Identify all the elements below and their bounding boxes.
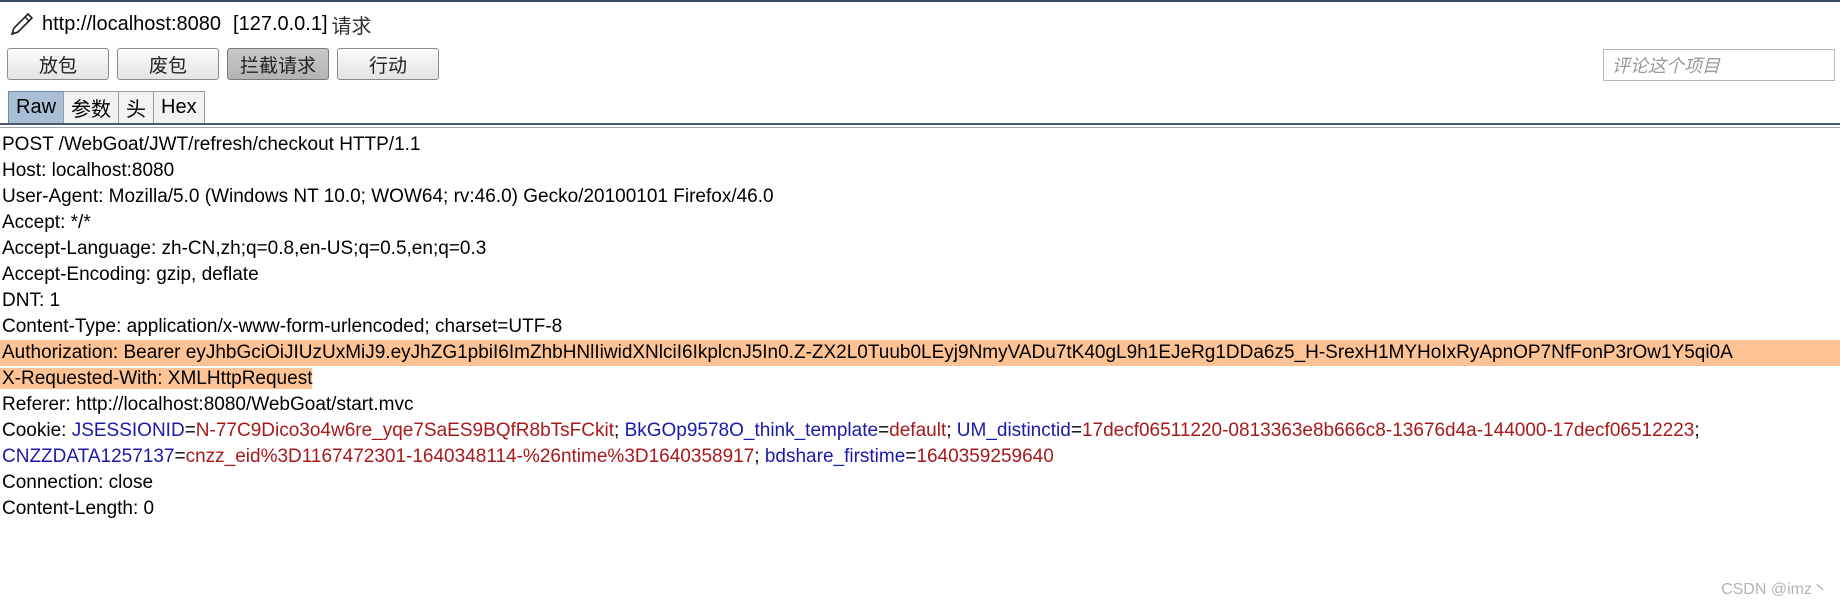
cookie-name: BkGOp9578O_think_template <box>624 420 879 441</box>
header-referer: Referer: http://localhost:8080/WebGoat/s… <box>2 394 414 415</box>
message-view-tabs: Raw 参数 头 Hex <box>8 91 205 123</box>
title-bar: http://localhost:8080 [127.0.0.1] 请求 <box>0 4 1840 44</box>
header-x-requested-with-text: X-Requested-With: XMLHttpRequest <box>0 368 313 389</box>
cookie-name: JSESSIONID <box>71 420 185 441</box>
header-authorization: Authorization: Bearer eyJhbGciOiJIUzUxMi… <box>0 340 1840 366</box>
header-accept: Accept: */* <box>2 212 91 233</box>
header-accept-encoding: Accept-Encoding: gzip, deflate <box>2 264 259 285</box>
watermark: CSDN @imz丶 <box>1721 581 1828 598</box>
cookie-value: 17decf06511220-0813363e8b666c8-13676d4a-… <box>1081 420 1695 441</box>
comment-input[interactable]: 评论这个项目 <box>1603 49 1835 81</box>
tab-hex[interactable]: Hex <box>153 91 205 123</box>
header-accept-language: Accept-Language: zh-CN,zh;q=0.8,en-US;q=… <box>2 238 487 259</box>
raw-request-editor[interactable]: POST /WebGoat/JWT/refresh/checkout HTTP/… <box>0 132 1840 522</box>
cookie-name: CNZZDATA1257137 <box>2 446 175 467</box>
pencil-icon[interactable] <box>6 8 38 40</box>
tab-params[interactable]: 参数 <box>63 91 120 123</box>
header-connection: Connection: close <box>2 472 154 493</box>
header-x-requested-with: X-Requested-With: XMLHttpRequest <box>0 366 1838 392</box>
header-cookie-line-2: CNZZDATA1257137=cnzz_eid%3D1167472301-16… <box>2 446 1054 467</box>
header-content-type: Content-Type: application/x-www-form-url… <box>2 316 563 337</box>
cookie-value: default <box>889 420 947 441</box>
header-dnt: DNT: 1 <box>2 290 61 311</box>
header-cookie-line-1: Cookie: JSESSIONID=N-77C9Dico3o4w6re_yqe… <box>2 420 1700 441</box>
request-url: http://localhost:8080 <box>42 12 222 35</box>
header-user-agent: User-Agent: Mozilla/5.0 (Windows NT 10.0… <box>2 186 774 207</box>
cookie-value: cnzz_eid%3D1167472301-1640348114-%26ntim… <box>185 446 755 467</box>
tab-raw[interactable]: Raw <box>8 91 65 123</box>
cookie-name: UM_distinctid <box>956 420 1071 441</box>
request-ip: [127.0.0.1] <box>233 12 328 35</box>
tab-headers[interactable]: 头 <box>118 91 155 123</box>
intercept-toggle-button[interactable]: 拦截请求 <box>227 48 329 80</box>
cookie-label: Cookie: <box>2 420 72 441</box>
forward-button[interactable]: 放包 <box>7 48 109 80</box>
cookie-value: 1640359259640 <box>916 446 1054 467</box>
header-host: Host: localhost:8080 <box>2 160 175 181</box>
request-line: POST /WebGoat/JWT/refresh/checkout HTTP/… <box>2 134 421 155</box>
action-button[interactable]: 行动 <box>337 48 439 80</box>
drop-button[interactable]: 废包 <box>117 48 219 80</box>
intercept-toolbar: 放包 废包 拦截请求 行动 <box>7 48 439 80</box>
window-top-border <box>0 0 1840 2</box>
title-suffix: 请求 <box>331 15 372 38</box>
cookie-name: bdshare_firstime <box>764 446 906 467</box>
tab-divider <box>0 123 1840 125</box>
header-content-length: Content-Length: 0 <box>2 498 155 519</box>
cookie-value: N-77C9Dico3o4w6re_yqe7SaES9BQfR8bTsFCkit <box>195 420 614 441</box>
tab-divider-secondary <box>0 127 1840 128</box>
